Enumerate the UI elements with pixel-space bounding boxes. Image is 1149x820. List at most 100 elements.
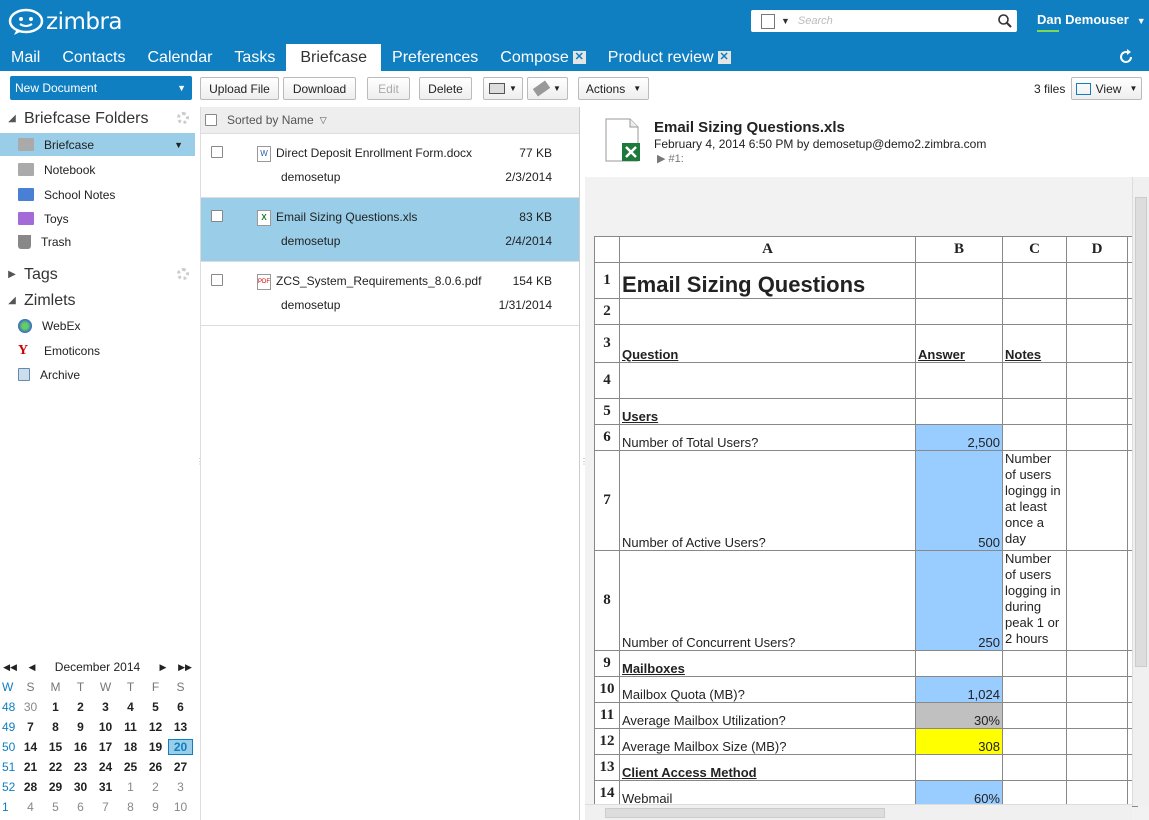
list-item[interactable]: PDF ZCS_System_Requirements_8.0.6.pdf 15… [201, 262, 579, 326]
sidebar-item-archive[interactable]: Archive [0, 363, 195, 386]
refresh-icon[interactable] [1117, 48, 1135, 66]
list-item[interactable]: W Direct Deposit Enrollment Form.docx 77… [201, 134, 579, 198]
calendar-day[interactable]: 9 [68, 720, 93, 734]
calendar-day[interactable]: 8 [43, 720, 68, 734]
sidebar-item-webex[interactable]: WebEx [0, 314, 195, 337]
search-bar[interactable]: ▼ Search [751, 10, 1017, 32]
search-icon[interactable] [997, 13, 1013, 29]
tags-header[interactable]: ▶ Tags [0, 263, 195, 286]
calendar-day[interactable]: 28 [18, 780, 43, 794]
close-icon[interactable]: ✕ [717, 51, 731, 64]
calendar-day[interactable]: 24 [93, 760, 118, 774]
edit-button[interactable]: Edit [367, 77, 410, 100]
tab-preferences[interactable]: Preferences [381, 44, 489, 71]
tag-button[interactable]: ▼ [527, 77, 568, 100]
calendar-day[interactable]: 26 [143, 760, 168, 774]
calendar-day[interactable]: 18 [118, 740, 143, 754]
calendar-day[interactable]: 7 [93, 800, 118, 814]
upload-file-button[interactable]: Upload File [200, 77, 279, 100]
calendar-day[interactable]: 31 [93, 780, 118, 794]
horizontal-scrollbar[interactable] [585, 804, 1132, 820]
calendar-day[interactable]: 4 [118, 700, 143, 714]
week-number[interactable]: 48 [0, 700, 18, 714]
tab-calendar[interactable]: Calendar [136, 44, 223, 71]
calendar-day[interactable]: 3 [168, 780, 193, 794]
calendar-day[interactable]: 15 [43, 740, 68, 754]
expand-icon[interactable]: ▶ [0, 269, 24, 280]
calendar-day[interactable]: 4 [18, 800, 43, 814]
print-button[interactable]: ▼ [483, 77, 523, 100]
calendar-day[interactable]: 12 [143, 720, 168, 734]
sidebar-item-school-notes[interactable]: School Notes [0, 183, 195, 206]
version-toggle[interactable]: ▶ #1: [657, 152, 684, 165]
scroll-thumb[interactable] [605, 808, 885, 818]
gear-icon[interactable] [177, 268, 189, 280]
sidebar-item-toys[interactable]: Toys [0, 207, 195, 230]
chevron-down-icon[interactable]: ▼ [781, 16, 790, 26]
calendar-day[interactable]: 19 [143, 740, 168, 754]
calendar-day[interactable]: 5 [143, 700, 168, 714]
user-menu[interactable]: Dan Demouser ▼ [1037, 12, 1146, 27]
next-month-icon[interactable]: ▶ [156, 662, 170, 673]
delete-button[interactable]: Delete [419, 77, 472, 100]
actions-button[interactable]: Actions ▼ [578, 77, 649, 100]
week-number[interactable]: 52 [0, 780, 18, 794]
calendar-day[interactable]: 1 [43, 700, 68, 714]
calendar-day[interactable]: 7 [18, 720, 43, 734]
tab-briefcase[interactable]: Briefcase [286, 44, 382, 71]
sidebar-item-trash[interactable]: Trash [0, 230, 195, 253]
view-button[interactable]: View ▼ [1071, 77, 1142, 100]
calendar-day[interactable]: 2 [68, 700, 93, 714]
tab-compose[interactable]: Compose ✕ [489, 44, 596, 71]
calendar-day[interactable]: 29 [43, 780, 68, 794]
calendar-day[interactable]: 6 [68, 800, 93, 814]
download-button[interactable]: Download [283, 77, 356, 100]
calendar-day[interactable]: 30 [68, 780, 93, 794]
zimlets-header[interactable]: ◢ Zimlets [0, 289, 195, 312]
calendar-day[interactable]: 20 [168, 739, 193, 755]
item-checkbox[interactable] [211, 274, 223, 286]
expand-icon[interactable]: ◢ [0, 295, 24, 306]
calendar-day[interactable]: 5 [43, 800, 68, 814]
calendar-day[interactable]: 22 [43, 760, 68, 774]
calendar-day[interactable]: 3 [93, 700, 118, 714]
calendar-day[interactable]: 30 [18, 700, 43, 714]
calendar-day[interactable]: 25 [118, 760, 143, 774]
calendar-day[interactable]: 2 [143, 780, 168, 794]
next-year-icon[interactable]: ▶▶ [178, 662, 192, 673]
item-checkbox[interactable] [211, 210, 223, 222]
prev-year-icon[interactable]: ◀◀ [3, 662, 17, 673]
search-input[interactable]: Search [798, 15, 997, 27]
calendar-day[interactable]: 8 [118, 800, 143, 814]
sidebar-item-emoticons[interactable]: Y Emoticons [0, 339, 195, 362]
week-number[interactable]: 50 [0, 740, 18, 754]
calendar-day[interactable]: 6 [168, 700, 193, 714]
calendar-day[interactable]: 1 [118, 780, 143, 794]
item-checkbox[interactable] [211, 146, 223, 158]
calendar-day[interactable]: 27 [168, 760, 193, 774]
calendar-day[interactable]: 9 [143, 800, 168, 814]
calendar-day[interactable]: 16 [68, 740, 93, 754]
briefcase-folders-header[interactable]: ◢ Briefcase Folders [0, 107, 195, 130]
calendar-day[interactable]: 13 [168, 720, 193, 734]
tab-tasks[interactable]: Tasks [223, 44, 286, 71]
calendar-day[interactable]: 11 [118, 720, 143, 734]
sort-icon[interactable]: ▽ [320, 115, 327, 126]
week-number[interactable]: 51 [0, 760, 18, 774]
sort-header[interactable]: Sorted by Name ▽ [201, 107, 579, 134]
week-number[interactable]: 49 [0, 720, 18, 734]
zimbra-logo[interactable]: zimbra [8, 8, 123, 36]
expand-icon[interactable]: ◢ [0, 113, 24, 124]
calendar-day[interactable]: 10 [93, 720, 118, 734]
gear-icon[interactable] [177, 112, 189, 124]
tab-contacts[interactable]: Contacts [51, 44, 136, 71]
sidebar-item-notebook[interactable]: Notebook [0, 158, 195, 181]
close-icon[interactable]: ✕ [572, 51, 586, 64]
sidebar-item-briefcase[interactable]: Briefcase ▼ [0, 133, 195, 156]
tab-product-review[interactable]: Product review ✕ [597, 44, 742, 71]
search-type-icon[interactable] [761, 13, 775, 29]
calendar-day[interactable]: 21 [18, 760, 43, 774]
new-document-button[interactable]: New Document ▼ [10, 76, 192, 100]
week-number[interactable]: 1 [0, 800, 18, 814]
prev-month-icon[interactable]: ◀ [25, 662, 39, 673]
